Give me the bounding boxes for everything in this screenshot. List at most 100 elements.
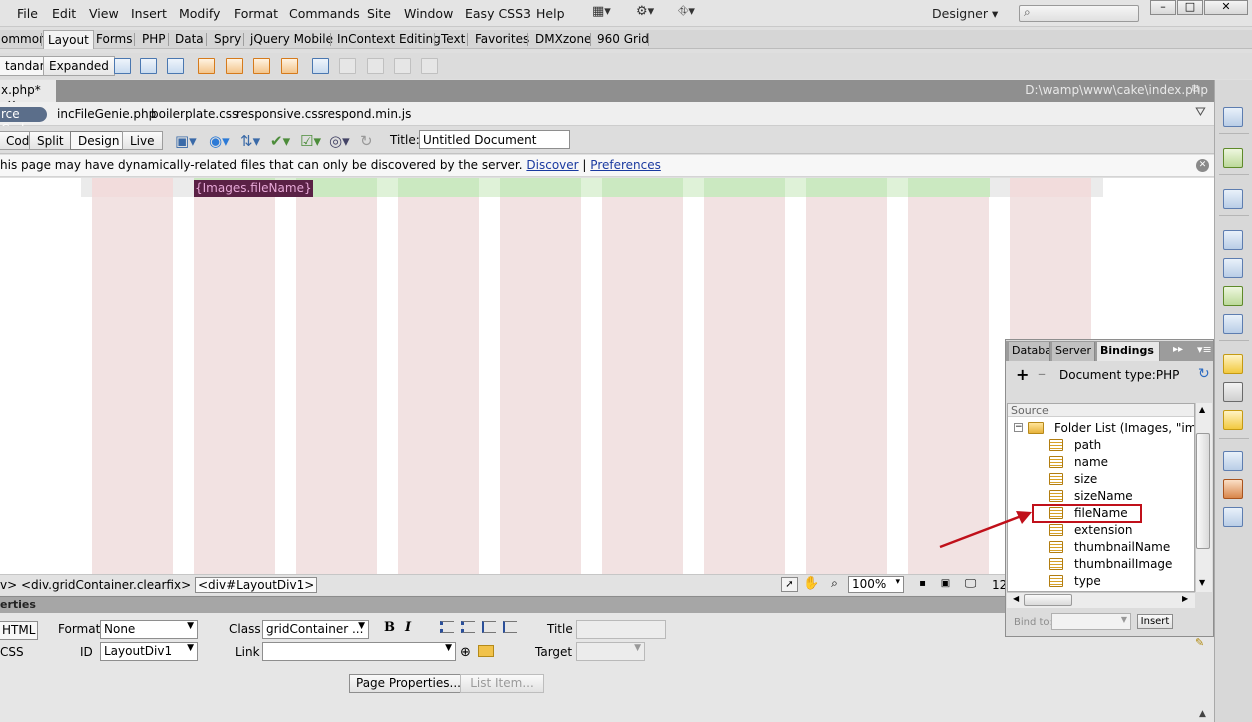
id-select[interactable]: LayoutDiv1 ▼ [100, 642, 198, 661]
snippets-icon[interactable] [1223, 286, 1243, 306]
page-properties-button[interactable]: Page Properties... [349, 674, 468, 693]
zoom-select[interactable]: 100% ▾ [848, 576, 904, 593]
related-file-incfilegenie[interactable]: incFileGenie.php [57, 107, 156, 121]
list-item[interactable]: name [1074, 455, 1108, 469]
bind-to-select[interactable]: ▼ [1051, 613, 1131, 630]
collapse-node-icon[interactable]: − [1014, 423, 1023, 432]
list-item[interactable]: size [1074, 472, 1097, 486]
title-input[interactable] [576, 620, 666, 639]
tab-php[interactable]: PHP [141, 32, 167, 46]
spry-accordion-icon[interactable] [253, 58, 270, 74]
tag-selector[interactable]: v> <div.gridContainer.clearfix> <div#Lay… [0, 577, 318, 593]
document-tab[interactable]: x.php* ✕ [0, 80, 56, 111]
desktop-size-icon[interactable]: 🖵 [962, 577, 979, 592]
scroll-down-icon[interactable]: ▼ [1199, 578, 1205, 587]
remove-binding-icon[interactable]: – [1038, 364, 1046, 383]
italic-button[interactable]: I [405, 620, 411, 635]
tab-incontext-editing[interactable]: InContext Editing [336, 32, 442, 46]
expand-panel-icon[interactable]: ▸▸ [1173, 344, 1183, 355]
zoom-tool-icon[interactable]: ⌕ [826, 577, 843, 592]
css-styles-icon[interactable] [1223, 107, 1243, 127]
visual-aids-icon[interactable]: ◎▾ [329, 132, 350, 150]
css-mode-button[interactable]: CSS [0, 645, 24, 659]
indent-icon[interactable] [503, 621, 517, 633]
horizontal-scroll-thumb[interactable] [1024, 594, 1072, 606]
layout-icon[interactable]: ▦▾ [592, 4, 611, 19]
live-view-button[interactable]: Live [122, 131, 163, 150]
file-management-icon[interactable]: ⇅▾ [240, 132, 260, 150]
list-item[interactable]: path [1074, 438, 1101, 452]
document-title-input[interactable] [419, 130, 570, 149]
spry-tabs-icon[interactable] [226, 58, 243, 74]
scroll-up-icon[interactable]: ▲ [1199, 405, 1205, 414]
link-input[interactable]: ▼ [262, 642, 456, 661]
class-select[interactable]: gridContainer ... ▼ [262, 620, 369, 639]
menu-site[interactable]: Site [367, 6, 391, 21]
reference-icon[interactable] [1223, 314, 1243, 334]
minimize-button[interactable]: – [1150, 0, 1176, 15]
tab-bindings[interactable]: Bindings [1097, 342, 1160, 361]
spry-menu-icon[interactable] [198, 58, 215, 74]
tab-text[interactable]: Text [440, 32, 466, 46]
related-file-source-code[interactable]: rce Code [0, 107, 47, 136]
fluid-grid-div-icon[interactable] [167, 58, 184, 74]
tag-selector-current[interactable]: <div#LayoutDiv1> [194, 577, 318, 593]
preview-browser-icon[interactable]: ◉▾ [209, 132, 230, 150]
tab-960-grid[interactable]: 960 Grid [596, 32, 650, 46]
tab-databases[interactable]: Databas [1009, 342, 1050, 361]
menu-easy-css3[interactable]: Easy CSS3 [465, 6, 531, 21]
tab-jquery-mobile[interactable]: jQuery Mobile [249, 32, 334, 46]
related-file-responsive[interactable]: responsive.css [236, 107, 324, 121]
tag-selector-path[interactable]: v> <div.gridContainer.clearfix> [0, 578, 191, 592]
scroll-right-icon[interactable]: ▶ [1182, 594, 1188, 603]
ap-elements-icon[interactable] [1223, 148, 1243, 168]
html-mode-button[interactable]: HTML [0, 621, 39, 640]
collapse-icon[interactable]: ▲ [1199, 709, 1206, 719]
point-to-file-icon[interactable]: ⊕ [460, 645, 471, 660]
unordered-list-icon[interactable] [440, 621, 454, 633]
tablet-size-icon[interactable]: ▣ [937, 577, 954, 592]
table-icon[interactable] [114, 58, 131, 74]
list-item[interactable]: sizeName [1074, 489, 1133, 503]
panel-menu-icon[interactable]: ▾≡ [1197, 343, 1212, 356]
preferences-link[interactable]: Preferences [590, 158, 661, 172]
toolbox-icon[interactable] [1223, 479, 1243, 499]
menu-file[interactable]: File [17, 6, 38, 21]
edit-rule-icon[interactable]: ✎ [1195, 636, 1204, 649]
table-layout-icon[interactable] [312, 58, 329, 74]
databases-icon[interactable] [1223, 354, 1243, 374]
files-icon[interactable] [1223, 230, 1243, 250]
server-behaviors-icon[interactable] [1223, 382, 1243, 402]
restore-window-icon[interactable]: ⧉ [1192, 82, 1200, 96]
spry-collapsible-icon[interactable] [281, 58, 298, 74]
ordered-list-icon[interactable] [461, 621, 475, 633]
menu-modify[interactable]: Modify [179, 6, 220, 21]
target-select[interactable]: ▼ [576, 642, 645, 661]
mobile-size-icon[interactable]: ▪ [914, 577, 931, 592]
split-view-button[interactable]: Split [29, 131, 72, 150]
tab-dmxzone[interactable]: DMXzone [534, 32, 592, 46]
assets-icon[interactable] [1223, 258, 1243, 278]
div-tag-icon[interactable] [140, 58, 157, 74]
list-item[interactable]: type [1074, 574, 1101, 588]
tag-inspector-icon[interactable] [1223, 189, 1243, 209]
insert-binding-button[interactable]: Insert [1137, 614, 1173, 629]
related-file-boilerplate[interactable]: boilerplate.css [151, 107, 238, 121]
gear-icon[interactable]: ⚙▾ [636, 4, 654, 19]
design-view-button[interactable]: Design [70, 131, 128, 150]
menu-edit[interactable]: Edit [52, 6, 76, 21]
workspace-switcher[interactable]: Designer ▾ [932, 6, 998, 21]
bindings-icon[interactable] [1223, 410, 1243, 430]
format-select[interactable]: None ▼ [100, 620, 198, 639]
hand-tool-icon[interactable]: ✋ [803, 577, 820, 592]
tab-layout[interactable]: Layout [43, 30, 94, 49]
scroll-left-icon[interactable]: ◀ [1013, 594, 1019, 603]
menu-help[interactable]: Help [536, 6, 565, 21]
pointer-tool-icon[interactable]: ➚ [781, 577, 798, 592]
history-icon[interactable] [1223, 507, 1243, 527]
close-info-icon[interactable]: ✕ [1196, 159, 1209, 172]
list-item[interactable]: thumbnailImage [1074, 557, 1172, 571]
list-item[interactable]: extension [1074, 523, 1133, 537]
refresh-icon[interactable]: ↻ [360, 132, 373, 150]
list-item[interactable]: thumbnailName [1074, 540, 1170, 554]
